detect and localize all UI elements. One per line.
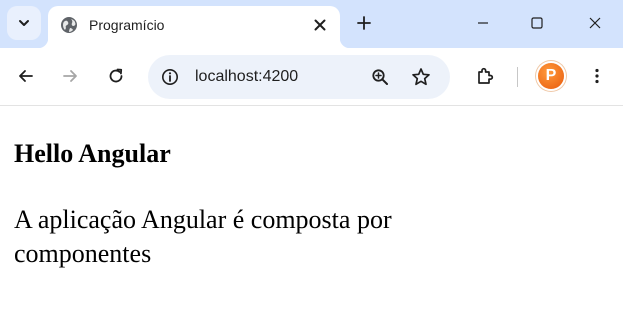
kebab-menu-icon — [595, 68, 599, 84]
star-icon — [412, 68, 430, 86]
menu-button[interactable] — [582, 61, 612, 91]
bookmark-button[interactable] — [408, 64, 434, 90]
zoom-button[interactable] — [367, 64, 393, 90]
address-bar[interactable]: localhost:4200 — [148, 55, 450, 99]
site-info-icon — [162, 69, 178, 85]
plus-icon — [357, 16, 371, 30]
tab-search-button[interactable] — [7, 6, 41, 40]
browser-toolbar: localhost:4200 P — [0, 48, 623, 106]
tab-strip: Programício — [0, 0, 623, 48]
active-tab[interactable]: Programício — [38, 6, 350, 48]
maximize-button[interactable] — [522, 10, 552, 36]
back-arrow-icon — [19, 70, 33, 82]
new-tab-button[interactable] — [352, 11, 376, 35]
site-info-button[interactable] — [158, 65, 182, 89]
close-icon — [314, 19, 326, 31]
url-text[interactable]: localhost:4200 — [195, 67, 298, 87]
chevron-down-icon — [19, 20, 29, 26]
page-heading: Hello Angular — [14, 139, 171, 168]
minimize-button[interactable] — [468, 10, 498, 36]
page-paragraph: A aplicação Angular é composta por compo… — [14, 205, 392, 268]
close-icon — [589, 17, 601, 29]
minimize-icon — [478, 22, 488, 24]
back-button[interactable] — [11, 61, 41, 91]
page-content: Hello Angular A aplicação Angular é comp… — [0, 107, 623, 327]
forward-arrow-icon — [63, 70, 77, 82]
close-window-button[interactable] — [580, 10, 610, 36]
maximize-icon — [531, 17, 543, 29]
close-tab-button[interactable] — [310, 15, 330, 35]
reload-button[interactable] — [101, 61, 131, 91]
profile-avatar[interactable]: P — [538, 63, 564, 89]
reload-icon — [109, 68, 123, 83]
tab-title: Programício — [89, 17, 165, 33]
globe-icon — [61, 17, 77, 33]
forward-button[interactable] — [55, 61, 85, 91]
puzzle-icon — [478, 67, 494, 84]
toolbar-divider — [517, 67, 518, 87]
zoom-icon — [372, 69, 388, 85]
extensions-button[interactable] — [470, 61, 500, 91]
